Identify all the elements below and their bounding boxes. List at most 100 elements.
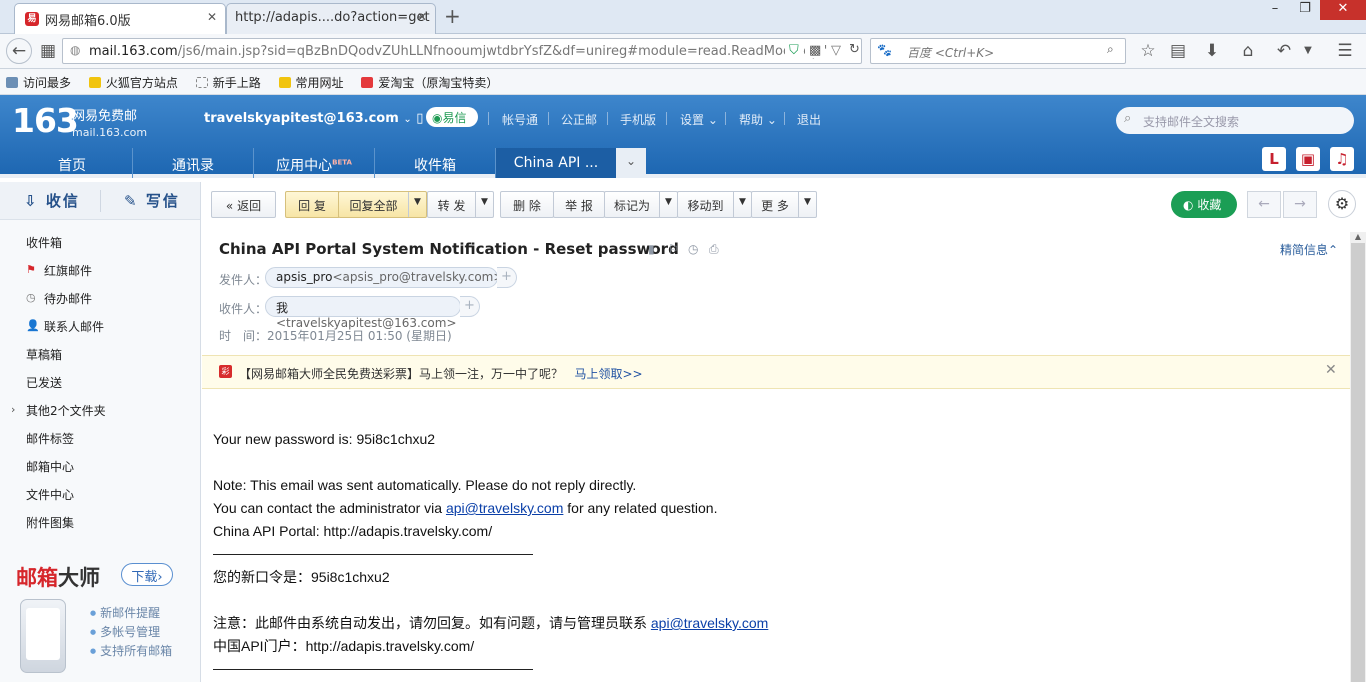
chevron-down-icon[interactable]: ▼ [475,192,493,217]
tab-contacts[interactable]: 通讯录 [133,148,254,178]
home-icon[interactable]: ⌂ [1236,40,1260,64]
chevron-down-icon[interactable]: ▼ [659,192,677,217]
yixin-icon: ◉ [432,111,443,125]
mark-as-button[interactable]: 标记为 ▼ [604,191,678,218]
folder-contacts-mail[interactable]: 👤 联系人邮件 [26,318,104,335]
admin-email-link[interactable]: api@travelsky.com [446,500,563,516]
link-gongzhengyou[interactable]: 公正邮 [561,111,597,128]
reading-list-icon[interactable]: ▤ [1166,40,1190,64]
forward-button[interactable]: 转 发 ▼ [427,191,494,218]
chevron-down-icon[interactable]: ▼ [733,192,751,217]
shield-icon[interactable]: ⛉ [785,43,803,58]
undo-icon[interactable]: ↶ [1272,40,1296,64]
window-close-icon[interactable]: ✕ [1320,0,1366,20]
receive-label: 收信 [45,192,80,210]
receive-icon: ⇩ [24,192,39,210]
scrollbar-thumb[interactable] [1351,243,1365,682]
clock-icon[interactable]: ◷ [688,242,698,256]
bookmark-aitaobao[interactable]: 爱淘宝（原淘宝特卖） [361,74,498,91]
tab-inbox[interactable]: 收件箱 [375,148,496,178]
folder-flagged[interactable]: ⚑ 红旗邮件 [26,262,92,279]
folder-todo[interactable]: ◷ 待办邮件 [26,290,92,307]
notice-link[interactable]: 马上领取>> [574,367,642,381]
search-icon[interactable]: ⌕ [1107,42,1114,57]
link-logout[interactable]: 退出 [797,111,821,128]
prev-mail-icon[interactable]: ← [1247,191,1281,218]
grid-icon[interactable]: ▦ [36,40,60,64]
bookmark-star-icon[interactable]: ☆ [1136,40,1160,64]
dropdown-icon[interactable]: ▽ [827,43,845,58]
lofter-icon[interactable]: L [1262,147,1286,171]
back-arrow-icon[interactable]: ← [6,38,32,64]
folder-inbox[interactable]: 收件箱 [26,234,62,251]
yixin-button[interactable]: ◉易信 [426,107,478,127]
brief-info-toggle[interactable]: 精简信息⌃ [1280,241,1338,258]
more-button[interactable]: 更 多 ▼ [751,191,817,218]
notice-text: 【网易邮箱大师全民免费送彩票】马上领一注，万一中了呢？ [239,367,564,381]
download-icon[interactable]: ⬇ [1200,40,1224,64]
add-contact-icon[interactable]: + [460,296,480,317]
back-button[interactable]: « 返回 [211,191,276,218]
tab-app-center[interactable]: 应用中心BETA [254,148,375,178]
close-tab-icon[interactable]: ✕ [417,10,427,24]
write-button[interactable]: ✎ 写信 [124,190,180,211]
recipient-chip[interactable]: 我<travelskyapitest@163.com> [265,296,461,330]
gear-icon[interactable]: ⚙ [1328,190,1356,218]
folder-others[interactable]: › 其他2个文件夹 [11,402,106,419]
dropdown-icon[interactable]: ▼ [1296,40,1320,64]
folder-attachments[interactable]: 附件图集 [26,514,74,531]
add-contact-icon[interactable]: + [497,267,517,288]
account-menu[interactable]: travelskyapitest@163.com ⌄ ▯ [204,111,423,126]
chevron-down-icon[interactable]: ▼ [408,192,426,217]
sender-chip[interactable]: apsis_pro<apsis_pro@travelsky.com> [265,267,503,288]
restore-icon[interactable]: ❐ [1290,0,1320,20]
bookmark-icon[interactable]: ▮ [648,242,655,256]
close-icon[interactable]: ✕ [1325,362,1337,378]
folder-sent[interactable]: 已发送 [26,374,62,391]
music-icon[interactable]: ♫ [1330,147,1354,171]
reader-icon[interactable]: ▣ [1296,147,1320,171]
minimize-icon[interactable]: – [1260,0,1290,20]
bookmark-label: 新手上路 [212,76,261,90]
link-account[interactable]: 帐号通 [502,111,538,128]
new-tab-icon[interactable]: + [444,4,461,28]
bookmark-common-sites[interactable]: 常用网址 [278,74,344,91]
tab-current-mail[interactable]: China API ... [496,148,616,178]
close-tab-icon[interactable]: ✕ [207,10,217,24]
menu-icon[interactable]: ☰ [1333,40,1357,64]
folder-file-center[interactable]: 文件中心 [26,486,74,503]
from-label: 发件人： [219,273,268,287]
tab-home[interactable]: 首页 [12,148,133,178]
admin-email-link-cn[interactable]: api@travelsky.com [651,615,768,631]
link-settings[interactable]: 设置 ⌄ [680,111,718,128]
browser-tab[interactable]: http://adapis....do?action=get ✕ [226,3,436,34]
tabs-dropdown-icon[interactable]: ⌄ [616,148,646,178]
browser-search-box[interactable]: 🐾 百度 <Ctrl+K> ⌕ [870,38,1126,64]
link-help[interactable]: 帮助 ⌄ [739,111,777,128]
reply-button[interactable]: 回 复 [285,191,339,218]
mobile-icon[interactable]: ▯ [416,111,423,126]
flag-icon[interactable]: ⚐ [668,242,679,256]
browser-tab-active[interactable]: 易 网易邮箱6.0版 ✕ [14,3,226,34]
download-button[interactable]: 下载› [121,563,173,586]
qr-code-icon[interactable]: ▩ [805,43,826,58]
receive-button[interactable]: ⇩ 收信 [24,190,80,211]
folder-drafts[interactable]: 草稿箱 [26,346,62,363]
link-mobile[interactable]: 手机版 [620,111,656,128]
bookmark-firefox-site[interactable]: 火狐官方站点 [88,74,178,91]
reply-all-button[interactable]: 回复全部 ▼ [338,191,427,218]
chevron-down-icon[interactable]: ▼ [798,192,816,217]
folder-mailbox-center[interactable]: 邮箱中心 [26,458,74,475]
move-to-button[interactable]: 移动到 ▼ [677,191,752,218]
folder-tags[interactable]: 邮件标签 [26,430,74,447]
next-mail-icon[interactable]: → [1283,191,1317,218]
report-button[interactable]: 举 报 [553,191,605,218]
bookmark-most-visited[interactable]: 访问最多 [6,74,71,91]
reload-icon[interactable]: ↻ [845,42,861,57]
delete-button[interactable]: 删 除 [500,191,554,218]
print-icon[interactable]: ⎙ [709,242,719,257]
favorite-button[interactable]: ◐ 收藏 [1171,191,1237,218]
mail-search-input[interactable]: ⌕ 支持邮件全文搜索 [1116,107,1354,134]
url-bar[interactable]: ◍ mail.163.com/js6/main.jsp?sid=qBzBnDQo… [62,38,862,64]
bookmark-getting-started[interactable]: 新手上路 [195,74,261,91]
